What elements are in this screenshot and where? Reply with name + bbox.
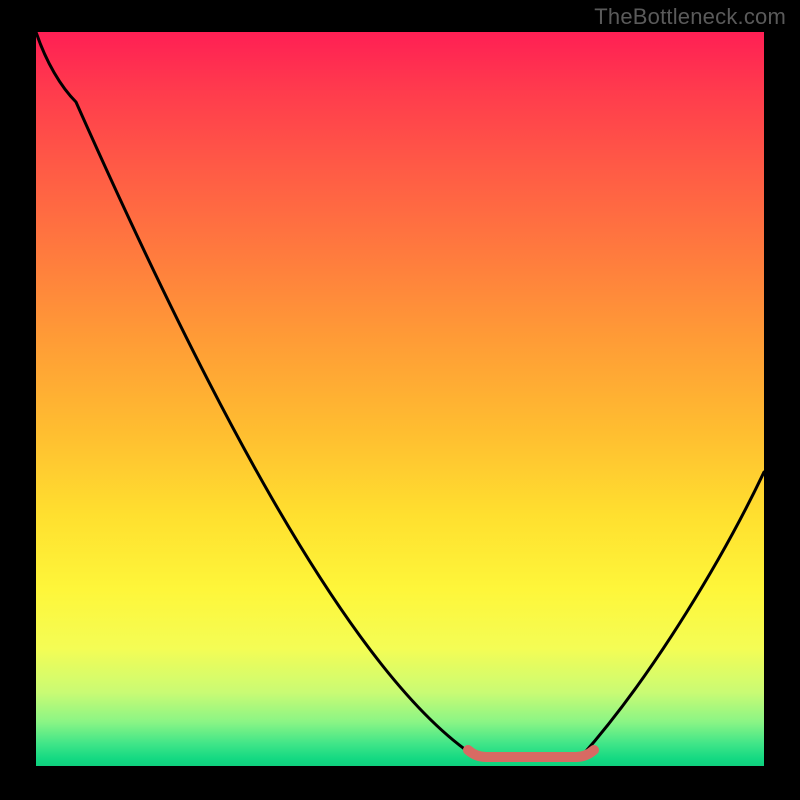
bottleneck-curve-path — [36, 32, 764, 757]
bottleneck-curve — [36, 32, 764, 766]
chart-frame: TheBottleneck.com — [0, 0, 800, 800]
optimum-highlight — [468, 750, 594, 757]
watermark-text: TheBottleneck.com — [594, 4, 786, 30]
plot-area — [36, 32, 764, 766]
